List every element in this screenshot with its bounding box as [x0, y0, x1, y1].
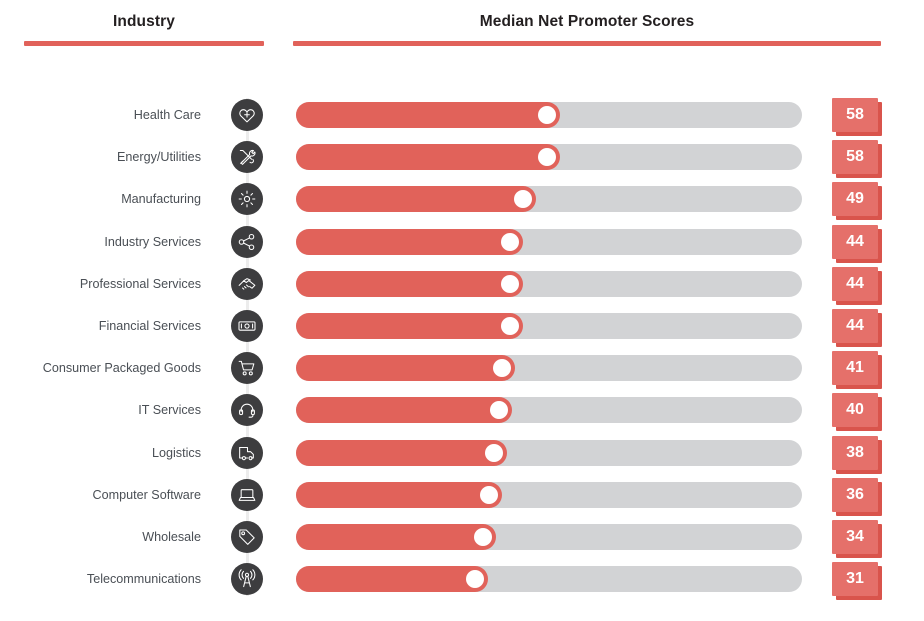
- industry-label: Wholesale: [142, 530, 201, 544]
- nps-chart: Health Care 58 Energy/Utilities 58 Manufactu…: [0, 88, 924, 608]
- score-slider-track[interactable]: [296, 270, 802, 297]
- truck-icon: [231, 436, 263, 469]
- score-badge: 44: [832, 224, 882, 263]
- score-slider-knob[interactable]: [500, 274, 519, 293]
- score-slider-track[interactable]: [296, 566, 802, 593]
- score-badge-value: 44: [832, 309, 878, 343]
- industry-column-title: Industry: [113, 13, 175, 30]
- score-badge-value: 38: [832, 435, 878, 470]
- score-slider-knob[interactable]: [492, 359, 511, 378]
- heart-plus-icon: [231, 99, 263, 131]
- industry-label: IT Services: [138, 403, 201, 418]
- score-slider-knob[interactable]: [538, 106, 556, 124]
- industry-header-rule: [24, 41, 264, 46]
- table-row: IT Services 40: [0, 393, 924, 432]
- score-badge-value: 58: [832, 98, 878, 132]
- industry-label: Computer Software: [92, 487, 202, 502]
- score-badge: 44: [832, 309, 882, 347]
- score-badge: 34: [832, 520, 882, 558]
- score-slider-track[interactable]: [296, 228, 802, 255]
- score-badge-value: 49: [832, 182, 878, 217]
- gear-icon: [231, 183, 263, 216]
- score-badge-value: 44: [832, 224, 878, 259]
- score-badge-value: 31: [832, 562, 878, 597]
- score-badge: 58: [832, 98, 882, 136]
- score-slider-fill: [296, 144, 560, 171]
- table-row: Professional Services 44: [0, 266, 924, 305]
- scores-column-header: Median Net Promoter Scores: [293, 12, 881, 46]
- score-badge-value: 36: [832, 477, 878, 512]
- score-badge-value: 58: [832, 140, 878, 175]
- industry-column-header: Industry: [24, 12, 264, 46]
- tools-icon: [231, 141, 263, 174]
- table-row: Wholesale 34: [0, 520, 924, 558]
- score-badge: 49: [832, 182, 882, 221]
- banknote-icon: [231, 310, 263, 342]
- score-slider-knob[interactable]: [500, 317, 519, 335]
- handshake-icon: [231, 267, 263, 300]
- price-tag-icon: [231, 521, 263, 553]
- industry-label: Energy/Utilities: [117, 150, 201, 165]
- score-slider-track[interactable]: [296, 313, 802, 339]
- score-badge: 44: [832, 266, 882, 305]
- table-row: Financial Services 44: [0, 309, 924, 347]
- headset-icon: [231, 394, 263, 427]
- scores-header-rule: [293, 41, 881, 46]
- industry-label: Industry Services: [104, 234, 201, 249]
- score-badge-value: 40: [832, 393, 878, 428]
- score-badge: 41: [832, 351, 882, 390]
- score-badge: 36: [832, 477, 882, 516]
- table-row: Logistics 38: [0, 435, 924, 474]
- table-row: Industry Services 44: [0, 224, 924, 263]
- table-row: Health Care 58: [0, 98, 924, 136]
- score-slider-track[interactable]: [296, 397, 802, 424]
- broadcast-tower-icon: [231, 563, 263, 596]
- score-slider-track[interactable]: [296, 102, 802, 128]
- industry-label: Manufacturing: [121, 192, 201, 207]
- score-slider-fill: [296, 186, 537, 213]
- score-badge: 40: [832, 393, 882, 432]
- industry-label: Consumer Packaged Goods: [42, 361, 201, 376]
- score-slider-track[interactable]: [296, 481, 802, 508]
- score-slider-track[interactable]: [296, 439, 802, 466]
- industry-label: Telecommunications: [86, 572, 201, 587]
- score-slider-track[interactable]: [296, 144, 802, 171]
- score-slider-fill: [296, 270, 523, 297]
- table-row: Energy/Utilities 58: [0, 140, 924, 179]
- share-network-icon: [231, 225, 263, 258]
- score-badge: 38: [832, 435, 882, 474]
- table-row: Telecommunications 31: [0, 562, 924, 601]
- industry-label: Health Care: [133, 108, 201, 122]
- score-slider-fill: [296, 439, 507, 466]
- score-badge-value: 44: [832, 266, 878, 301]
- score-slider-fill: [296, 566, 489, 593]
- score-slider-fill: [296, 524, 497, 550]
- score-slider-fill: [296, 313, 523, 339]
- industry-label: Logistics: [152, 445, 201, 460]
- score-slider-fill: [296, 397, 513, 424]
- shopping-cart-icon: [231, 352, 263, 385]
- table-row: Computer Software 36: [0, 477, 924, 516]
- score-slider-knob[interactable]: [484, 443, 503, 462]
- score-badge: 31: [832, 562, 882, 601]
- score-slider-track[interactable]: [296, 524, 802, 550]
- column-headers: Industry Median Net Promoter Scores: [0, 0, 924, 60]
- score-badge-value: 34: [832, 520, 878, 554]
- industry-label: Professional Services: [79, 276, 201, 291]
- table-row: Consumer Packaged Goods 41: [0, 351, 924, 390]
- laptop-icon: [231, 478, 263, 511]
- score-slider-track[interactable]: [296, 186, 802, 213]
- score-slider-knob[interactable]: [479, 485, 498, 504]
- score-badge: 58: [832, 140, 882, 179]
- score-slider-fill: [296, 355, 515, 382]
- score-badge-value: 41: [832, 351, 878, 386]
- score-slider-track[interactable]: [296, 355, 802, 382]
- score-slider-knob[interactable]: [500, 232, 519, 251]
- table-row: Manufacturing 49: [0, 182, 924, 221]
- scores-column-title: Median Net Promoter Scores: [479, 13, 695, 30]
- score-slider-fill: [296, 102, 560, 128]
- score-slider-fill: [296, 228, 523, 255]
- score-slider-fill: [296, 481, 502, 508]
- industry-label: Financial Services: [98, 319, 201, 333]
